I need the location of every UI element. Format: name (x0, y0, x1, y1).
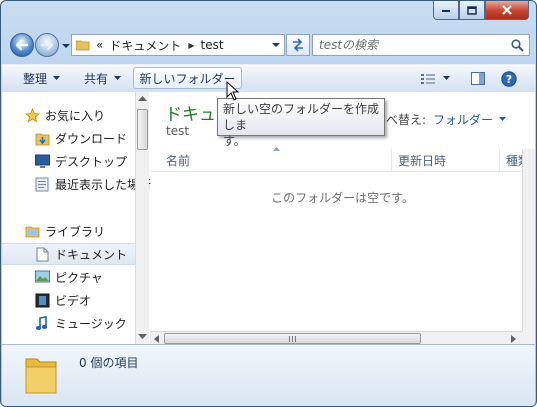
organize-label: 整理 (23, 72, 48, 86)
breadcrumb-documents[interactable]: ドキュメント (109, 37, 181, 54)
address-dropdown-icon[interactable] (272, 42, 280, 48)
navigation-bar: « ドキュメント ▶ test (1, 29, 536, 59)
empty-folder-message: このフォルダーは空です。 (271, 191, 414, 205)
minimize-button[interactable] (433, 1, 459, 20)
item-count: 0 個の項目 (79, 356, 139, 370)
library-subtitle: test (166, 124, 190, 138)
scroll-down-arrow-icon[interactable] (138, 334, 147, 340)
command-bar: 整理 共有 新しいフォルダー ? (2, 64, 535, 93)
preview-pane-button[interactable] (471, 65, 486, 92)
share-menu[interactable]: 共有 (84, 65, 122, 92)
nav-label: ピクチャ (55, 270, 103, 285)
scrollbar-thumb[interactable] (137, 109, 148, 150)
arrange-by-dropdown[interactable]: フォルダー (433, 111, 507, 128)
address-bar[interactable]: « ドキュメント ▶ test (71, 34, 285, 56)
view-list-icon (421, 73, 435, 84)
new-folder-label: 新しいフォルダー (139, 71, 236, 86)
downloads-folder-icon (34, 130, 50, 146)
nav-label: ライブラリ (45, 224, 106, 239)
search-input[interactable] (319, 38, 499, 52)
caption-buttons (433, 1, 529, 21)
breadcrumb-test[interactable]: test (201, 38, 224, 52)
details-pane: 0 個の項目 (2, 344, 535, 406)
back-button[interactable] (10, 33, 34, 57)
folder-icon (25, 358, 57, 394)
scroll-left-arrow-icon[interactable] (154, 335, 160, 343)
desktop-icon (34, 153, 50, 169)
arrange-by-label: べ替え: (386, 113, 427, 127)
nav-label: ビデオ (55, 293, 92, 308)
svg-text:?: ? (506, 73, 512, 86)
horizontal-scrollbar[interactable] (150, 331, 522, 345)
breadcrumb-overflow[interactable]: « (96, 38, 103, 52)
column-divider[interactable] (499, 149, 500, 171)
music-icon (34, 315, 50, 331)
preview-pane-icon (471, 71, 485, 85)
scrollbar-corner (522, 331, 535, 345)
pictures-icon (34, 269, 50, 285)
organize-menu[interactable]: 整理 (23, 65, 61, 92)
maximize-icon (467, 5, 477, 15)
minimize-icon (442, 10, 450, 12)
grip-icon (288, 335, 296, 342)
column-divider[interactable] (391, 149, 392, 171)
horizontal-scrollbar-thumb[interactable] (164, 333, 421, 344)
navigation-pane-scrollbar[interactable] (135, 92, 149, 344)
mouse-cursor-icon (226, 81, 240, 101)
videos-icon (34, 292, 50, 308)
new-folder-tooltip: 新しい空のフォルダーを作成しま す。 (217, 98, 385, 148)
close-icon (502, 5, 512, 15)
folder-icon (76, 40, 90, 51)
chevron-down-icon (443, 76, 450, 80)
close-button[interactable] (485, 1, 529, 20)
refresh-icon (293, 38, 303, 52)
tooltip-line-2: す。 (223, 134, 246, 148)
documents-icon (34, 246, 50, 262)
nav-label: ミュージック (55, 316, 127, 331)
chevron-down-icon (53, 76, 61, 80)
nav-label: お気に入り (45, 108, 106, 123)
scroll-up-arrow-icon[interactable] (138, 96, 147, 102)
help-icon: ? (501, 70, 517, 87)
recent-places-icon (34, 176, 50, 192)
tooltip-line-1: 新しい空のフォルダーを作成しま (223, 102, 380, 132)
forward-arrow-icon (40, 39, 54, 51)
nav-item-documents[interactable]: ドキュメント (2, 243, 135, 265)
help-button[interactable]: ? (501, 65, 517, 92)
nav-label: ダウンロード (55, 131, 128, 146)
share-label: 共有 (84, 72, 109, 86)
view-options-button[interactable] (421, 65, 450, 92)
refresh-button[interactable] (286, 34, 310, 56)
chevron-down-icon (114, 76, 122, 80)
scroll-right-arrow-icon[interactable] (511, 335, 517, 343)
nav-label: デスクトップ (55, 154, 128, 169)
chevron-down-icon (499, 117, 507, 121)
recent-pages-dropdown-icon[interactable] (62, 42, 70, 50)
navigation-pane: お気に入り ダウンロード デスクトップ 最近表示した場所 ライブラリ ドキュメン… (2, 92, 151, 344)
breadcrumb-separator-icon[interactable]: ▶ (188, 41, 194, 50)
search-box[interactable] (312, 34, 530, 56)
maximize-button[interactable] (459, 1, 485, 20)
libraries-icon (24, 223, 40, 239)
nav-label: ドキュメント (55, 247, 128, 262)
forward-button[interactable] (35, 33, 59, 57)
star-icon (24, 107, 40, 123)
explorer-window: « ドキュメント ▶ test 整理 共有 新しいフォルダー (0, 0, 537, 407)
file-list-vertical-scrollbar[interactable] (522, 149, 535, 331)
column-modified[interactable]: 更新日時 (398, 152, 446, 169)
column-name[interactable]: 名前 (166, 152, 190, 169)
column-headers: 名前 更新日時 種類 (150, 147, 535, 172)
search-icon[interactable] (511, 39, 524, 52)
back-forward-group (10, 32, 70, 58)
arrange-by-value: フォルダー (433, 113, 494, 127)
back-arrow-icon (15, 39, 29, 51)
